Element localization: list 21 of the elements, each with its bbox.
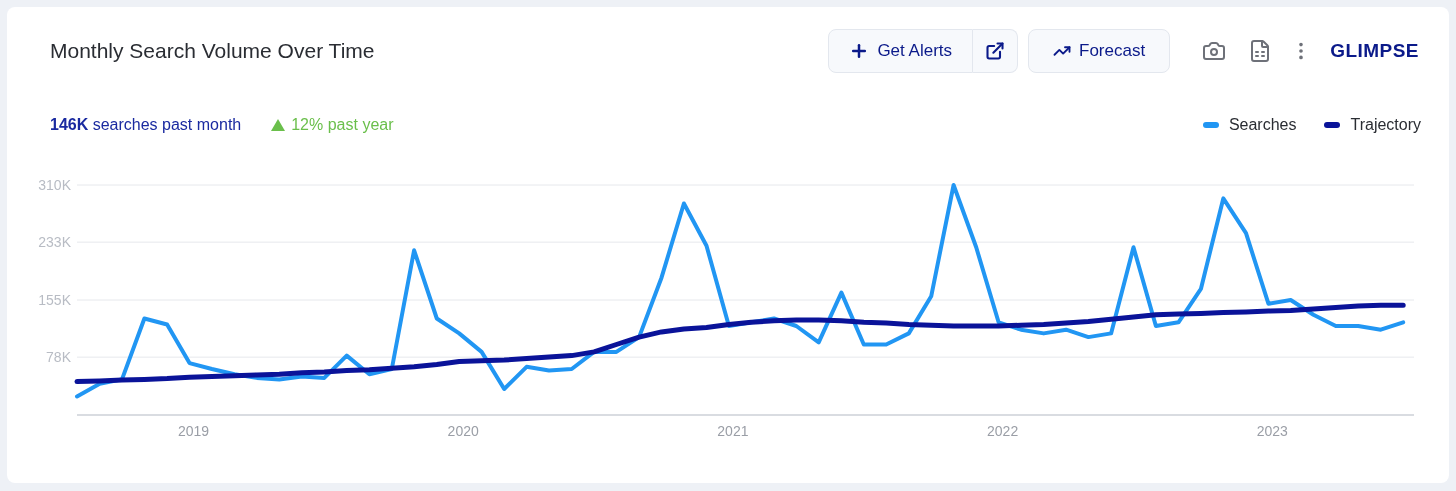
- up-triangle-icon: [271, 119, 286, 131]
- forecast-button[interactable]: Forecast: [1028, 29, 1171, 73]
- x-tick-label: 2023: [1256, 423, 1288, 439]
- legend-label: Trajectory: [1350, 115, 1421, 135]
- x-tick-label: 2020: [447, 423, 479, 439]
- card-title: Monthly Search Volume Over Time: [50, 38, 375, 65]
- x-tick-label: 2019: [177, 423, 210, 439]
- legend-label: Searches: [1228, 115, 1297, 135]
- y-tick-label: 233K: [38, 234, 71, 251]
- camera-icon[interactable]: [1202, 39, 1227, 63]
- open-external-button[interactable]: [973, 29, 1018, 73]
- x-tick-label: 2022: [987, 423, 1019, 439]
- logo: GLIMPSE: [1330, 38, 1419, 63]
- y-tick-label: 155K: [38, 292, 71, 308]
- external-link-icon: [985, 41, 1005, 61]
- growth-text: 12% past year: [291, 115, 394, 135]
- monthly-searches-text: 146K searches past month: [50, 115, 242, 135]
- y-tick-label: 78K: [46, 349, 71, 366]
- get-alerts-button[interactable]: Get Alerts: [828, 29, 973, 73]
- y-tick-label: 310K: [38, 177, 71, 193]
- x-tick-label: 2021: [717, 423, 749, 439]
